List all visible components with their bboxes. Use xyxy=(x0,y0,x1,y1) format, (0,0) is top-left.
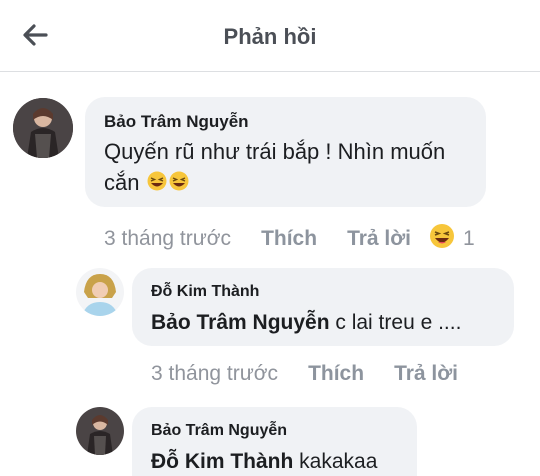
reply-meta: 3 tháng trước Thích Trả lời xyxy=(151,362,476,386)
reply-bubble[interactable]: Bảo Trâm Nguyễn Đỗ Kim Thành kakakaa xyxy=(132,407,417,476)
reply-text: Bảo Trâm Nguyễn c lai treu e .... xyxy=(151,308,461,338)
reply-text-body: c lai treu e .... xyxy=(329,311,462,334)
reply-text: Đỗ Kim Thành kakakaa xyxy=(151,447,377,476)
avatar[interactable] xyxy=(76,407,124,455)
comment-meta: 3 tháng trước Thích Trả lời 1 xyxy=(104,223,475,255)
grinning-squinting-face-icon xyxy=(146,169,190,200)
like-button[interactable]: Thích xyxy=(308,362,364,386)
reply-author[interactable]: Bảo Trâm Nguyễn xyxy=(151,422,287,440)
comment-text-line1: Quyến rũ như trái bắp ! Nhìn muốn xyxy=(104,139,446,164)
page-title: Phản hồi xyxy=(223,24,317,49)
comment-text-line2: cắn xyxy=(104,170,140,195)
mention-link[interactable]: Đỗ Kim Thành xyxy=(151,450,293,473)
haha-reaction-icon[interactable] xyxy=(429,223,455,255)
comment-time[interactable]: 3 tháng trước xyxy=(104,227,231,251)
reply-bubble[interactable]: Đỗ Kim Thành Bảo Trâm Nguyễn c lai treu … xyxy=(132,268,514,346)
reply-text-body: kakakaa xyxy=(293,450,378,473)
reaction-count[interactable]: 1 xyxy=(463,227,475,251)
mention-link[interactable]: Bảo Trâm Nguyễn xyxy=(151,311,330,334)
like-button[interactable]: Thích xyxy=(261,227,317,251)
reply-author[interactable]: Đỗ Kim Thành xyxy=(151,283,259,301)
reply-button[interactable]: Trả lời xyxy=(394,362,458,386)
avatar[interactable] xyxy=(76,268,124,316)
comment-text: Quyến rũ như trái bắp ! Nhìn muốn cắn xyxy=(104,136,474,200)
reply-button[interactable]: Trả lời xyxy=(347,227,411,251)
reply-time[interactable]: 3 tháng trước xyxy=(151,362,278,386)
header-bar: Phản hồi xyxy=(0,0,540,72)
comment-bubble[interactable]: Bảo Trâm Nguyễn Quyến rũ như trái bắp ! … xyxy=(85,97,486,207)
avatar[interactable] xyxy=(13,98,73,158)
comment-author[interactable]: Bảo Trâm Nguyễn xyxy=(104,112,249,132)
